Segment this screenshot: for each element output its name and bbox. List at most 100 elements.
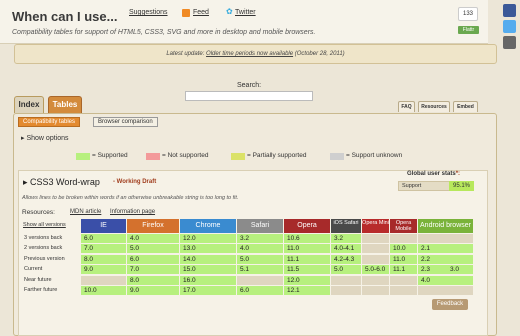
support-cell: 10.0: [81, 286, 126, 295]
resources-label: Resources:: [22, 209, 55, 216]
support-cell: 4.2-4.3: [331, 255, 361, 264]
global-stats-label: Global user stats*:: [407, 171, 460, 177]
support-cell: 8.0: [127, 276, 179, 285]
support-cell: 16.0: [180, 276, 236, 285]
version-row-label: Current: [24, 266, 43, 272]
tab-index[interactable]: Index: [14, 96, 44, 113]
support-cell: 2.1: [418, 244, 473, 253]
support-cell: 9.0: [127, 286, 179, 295]
tagline: Compatibility tables for support of HTML…: [12, 29, 316, 36]
legend-swatch: [76, 153, 90, 160]
twitter-share-icon[interactable]: [503, 20, 516, 33]
support-cell: 12.0: [284, 276, 330, 285]
support-cell: 11.0: [284, 244, 330, 253]
feature-status: - Working Draft: [113, 179, 157, 185]
twitter-icon: ✿: [226, 7, 233, 16]
feature-title-text: CSS3 Word-wrap: [30, 177, 100, 187]
version-row-label: Previous version: [24, 256, 65, 262]
support-cell: [331, 286, 361, 295]
legend-label: = Not supported: [162, 152, 209, 159]
support-cell: 12.0: [180, 234, 236, 243]
browser-header: Chrome: [180, 219, 236, 233]
version-row-label: 3 versions back: [24, 235, 63, 241]
browser-header: Opera: [284, 219, 330, 233]
support-cell: [362, 234, 389, 243]
rss-icon: [182, 9, 190, 17]
version-row-label: Farther future: [24, 287, 58, 293]
browser-header: IE: [81, 219, 126, 233]
flattr-button[interactable]: Flattr: [458, 26, 479, 34]
support-cell: 13.0: [180, 244, 236, 253]
support-cell: 5.0: [127, 244, 179, 253]
support-cell: 11.0: [390, 255, 417, 264]
support-cell-extra: 3.0: [450, 266, 460, 273]
facebook-icon[interactable]: [503, 4, 516, 17]
update-date: (October 28, 2011): [293, 51, 345, 57]
support-cell: 11.1: [284, 255, 330, 264]
show-all-versions-link[interactable]: Show all versions: [23, 222, 66, 228]
show-options-toggle[interactable]: ▸ Show options: [21, 134, 69, 142]
feature-description: Allows lines to be broken within words i…: [22, 195, 239, 201]
tab-tables[interactable]: Tables: [48, 96, 82, 113]
share-icon[interactable]: [503, 36, 516, 49]
support-cell: 7.0: [127, 265, 179, 274]
support-cell: 10.6: [284, 234, 330, 243]
support-cell: 2.2: [418, 255, 473, 264]
support-cell: [81, 276, 126, 285]
support-cell: 11.1: [390, 265, 417, 274]
collapse-icon: ▸: [23, 177, 31, 187]
support-cell: 15.0: [180, 265, 236, 274]
support-cell: 17.0: [180, 286, 236, 295]
site-title[interactable]: When can I use...: [12, 9, 117, 24]
share-counter: 133: [458, 7, 478, 21]
support-cell: 3.2: [237, 234, 283, 243]
older-periods-link[interactable]: Older time periods now available: [206, 51, 293, 57]
mdn-article-link[interactable]: MDN article: [70, 209, 101, 215]
suggestions-link[interactable]: Suggestions: [129, 9, 168, 16]
support-cell: 8.0: [81, 255, 126, 264]
latest-update-banner: Latest update: Older time periods now av…: [14, 44, 497, 64]
support-cell: 6.0: [127, 255, 179, 264]
support-cell: [362, 255, 389, 264]
browser-header: Opera Mobile: [390, 219, 417, 233]
information-page-link[interactable]: Information page: [110, 209, 155, 215]
search-input[interactable]: [185, 91, 313, 101]
search-label: Search:: [237, 82, 262, 89]
support-cell: [418, 286, 473, 295]
support-cell: 14.0: [180, 255, 236, 264]
support-cell: 6.0: [237, 286, 283, 295]
support-cell: 7.0: [81, 244, 126, 253]
support-cell: 4.0: [237, 244, 283, 253]
tab-resources[interactable]: Resources: [418, 101, 450, 112]
support-cell: 4.0: [418, 276, 473, 285]
support-cell: 11.5: [284, 265, 330, 274]
global-stats-asterisk[interactable]: *:: [456, 171, 460, 177]
support-cell: [390, 286, 417, 295]
support-cell: 10.0: [390, 244, 417, 253]
legend-label: = Partially supported: [247, 152, 307, 159]
tab-faq[interactable]: FAQ: [398, 101, 415, 112]
support-cell: [362, 244, 389, 253]
legend-swatch: [231, 153, 245, 160]
support-cell: 6.0: [81, 234, 126, 243]
support-cell: [390, 234, 417, 243]
feedback-button[interactable]: Feedback: [432, 299, 468, 310]
twitter-link[interactable]: Twitter: [235, 9, 256, 16]
legend-swatch: [330, 153, 344, 160]
version-row-label: Near future: [24, 277, 52, 283]
support-cell: 12.1: [284, 286, 330, 295]
support-cell: [237, 276, 283, 285]
feed-link[interactable]: Feed: [193, 9, 209, 16]
feature-title[interactable]: ▸ CSS3 Word-wrap: [23, 177, 100, 188]
support-cell: 3.2: [331, 234, 361, 243]
support-cell: [418, 234, 473, 243]
support-cell: 5.0-6.0: [362, 265, 389, 274]
support-label: Support: [402, 183, 422, 189]
subtab-browser-comparison[interactable]: Browser comparison: [93, 117, 158, 127]
support-percentage: 95.1%: [449, 181, 474, 191]
tab-embed[interactable]: Embed: [453, 101, 478, 112]
support-cell: 5.0: [331, 265, 361, 274]
subtab-compatibility-tables[interactable]: Compatibility tables: [18, 117, 81, 127]
update-prefix: Latest update:: [166, 51, 207, 57]
browser-header: Opera Mini: [362, 219, 389, 233]
